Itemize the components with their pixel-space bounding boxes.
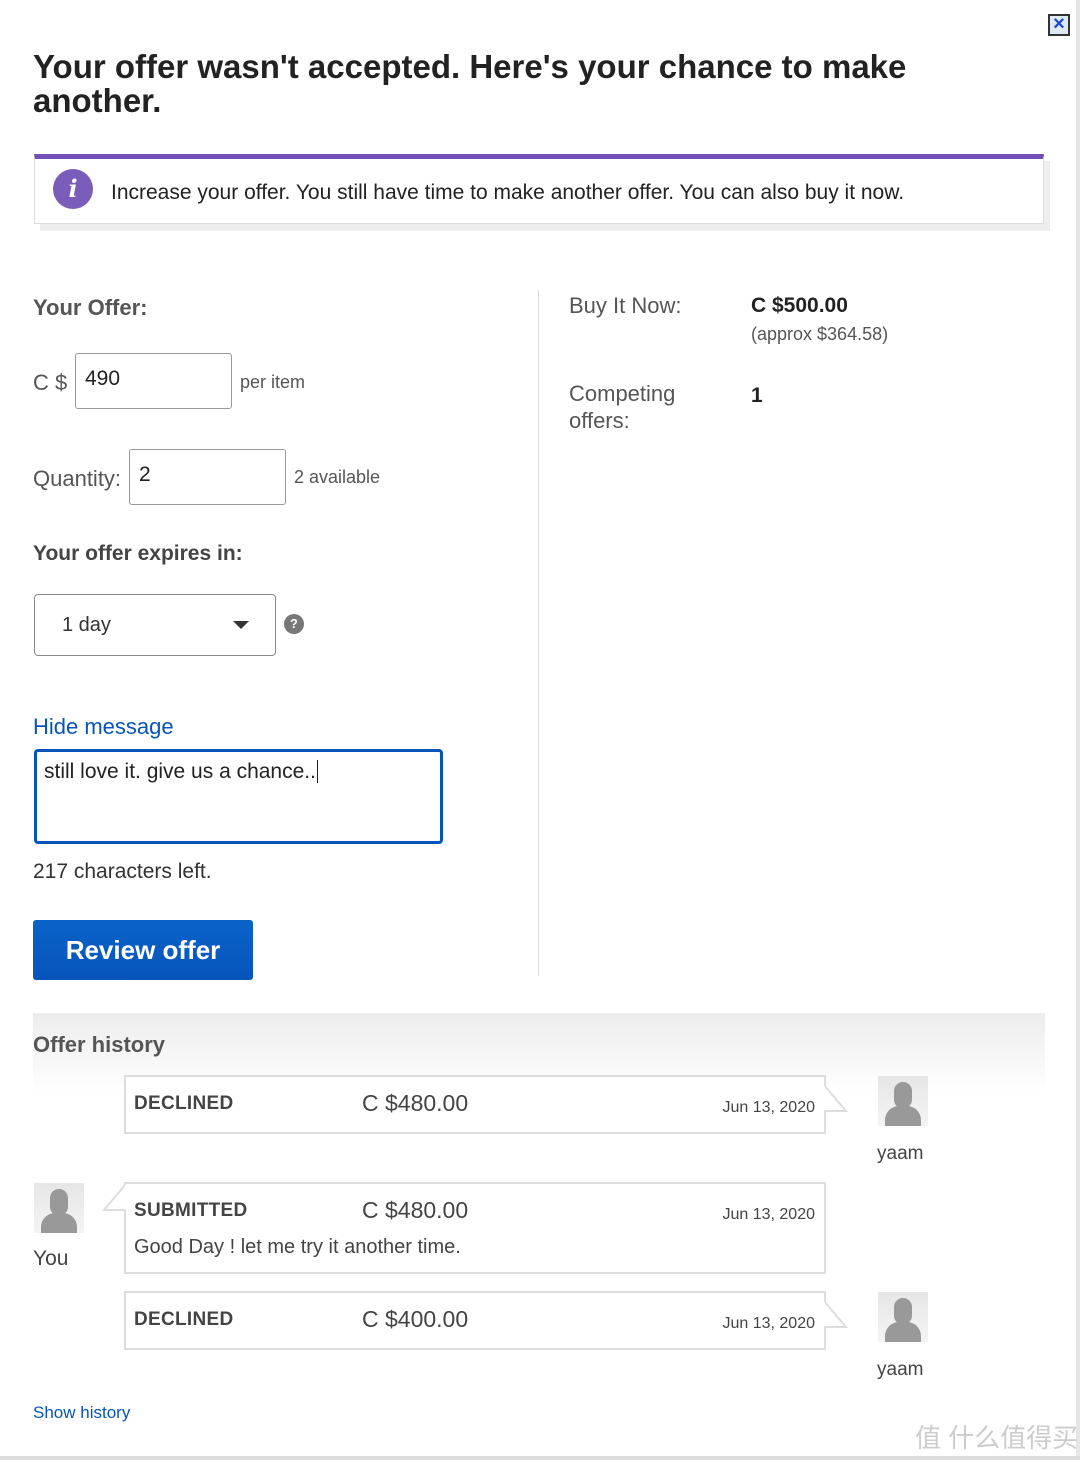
expires-select[interactable]: 1 day <box>34 594 276 656</box>
watermark-logo: 值 什么值得买 <box>915 1423 1079 1453</box>
history-user: yaam <box>877 1143 924 1164</box>
buy-it-now-approx: (approx $364.58) <box>751 324 889 344</box>
message-textarea[interactable]: still love it. give us a chance.. <box>34 749 443 844</box>
history-amount: C $480.00 <box>362 1090 469 1116</box>
history-item: DECLINED C $400.00 Jun 13, 2020 <box>124 1291 848 1350</box>
per-item-label: per item <box>240 372 306 392</box>
your-offer-label: Your Offer: <box>33 295 148 320</box>
page-title: Your offer wasn't accepted. Here's your … <box>33 48 907 119</box>
hide-message-link[interactable]: Hide message <box>33 714 174 740</box>
history-status: DECLINED <box>134 1093 234 1114</box>
close-icon[interactable]: × <box>1048 14 1070 36</box>
buy-it-now-price: C $500.00 <box>751 294 848 317</box>
quantity-input[interactable]: 2 <box>129 449 286 505</box>
info-banner: i Increase your offer. You still have ti… <box>34 154 1044 224</box>
chevron-down-icon <box>233 621 249 629</box>
history-note: Good Day ! let me try it another time. <box>134 1236 461 1258</box>
competing-offers-label: Competing offers: <box>569 381 676 433</box>
avatar <box>878 1076 928 1126</box>
show-history-link[interactable]: Show history <box>33 1403 130 1423</box>
bubble-tail <box>102 1184 126 1211</box>
history-amount: C $480.00 <box>362 1197 469 1223</box>
info-icon: i <box>53 169 93 209</box>
expires-label: Your offer expires in: <box>33 542 243 565</box>
avatar <box>878 1292 928 1342</box>
history-user: yaam <box>877 1359 924 1380</box>
banner-text: Increase your offer. You still have time… <box>111 181 905 204</box>
history-date: Jun 13, 2020 <box>722 1099 815 1116</box>
history-status: SUBMITTED <box>134 1200 248 1221</box>
history-user: You <box>33 1247 69 1270</box>
review-offer-button[interactable]: Review offer <box>33 920 253 980</box>
message-text: still love it. give us a chance.. <box>44 760 316 783</box>
help-icon[interactable]: ? <box>284 614 304 634</box>
history-status: DECLINED <box>134 1309 234 1330</box>
bubble-tail <box>824 1301 848 1328</box>
bubble-tail <box>824 1085 848 1112</box>
history-date: Jun 13, 2020 <box>722 1315 815 1332</box>
quantity-label: Quantity: <box>33 466 122 491</box>
competing-offers-value: 1 <box>751 384 763 407</box>
avatar <box>34 1183 84 1233</box>
buy-it-now-label: Buy It Now: <box>569 293 682 318</box>
offer-history-title: Offer history <box>33 1032 166 1057</box>
available-label: 2 available <box>294 467 381 487</box>
currency-label: C $ <box>33 370 68 395</box>
history-amount: C $400.00 <box>362 1306 469 1332</box>
history-date: Jun 13, 2020 <box>722 1206 815 1223</box>
history-item: SUBMITTED C $480.00 Jun 13, 2020 Good Da… <box>102 1182 826 1274</box>
history-item: DECLINED C $480.00 Jun 13, 2020 <box>124 1075 848 1134</box>
column-divider <box>538 290 539 976</box>
offer-price-input[interactable]: 490 <box>75 353 232 409</box>
scrollbar-track[interactable] <box>1076 0 1080 1460</box>
expires-value: 1 day <box>62 614 111 636</box>
characters-left: 217 characters left. <box>33 860 212 883</box>
bottom-border <box>0 1456 1080 1460</box>
